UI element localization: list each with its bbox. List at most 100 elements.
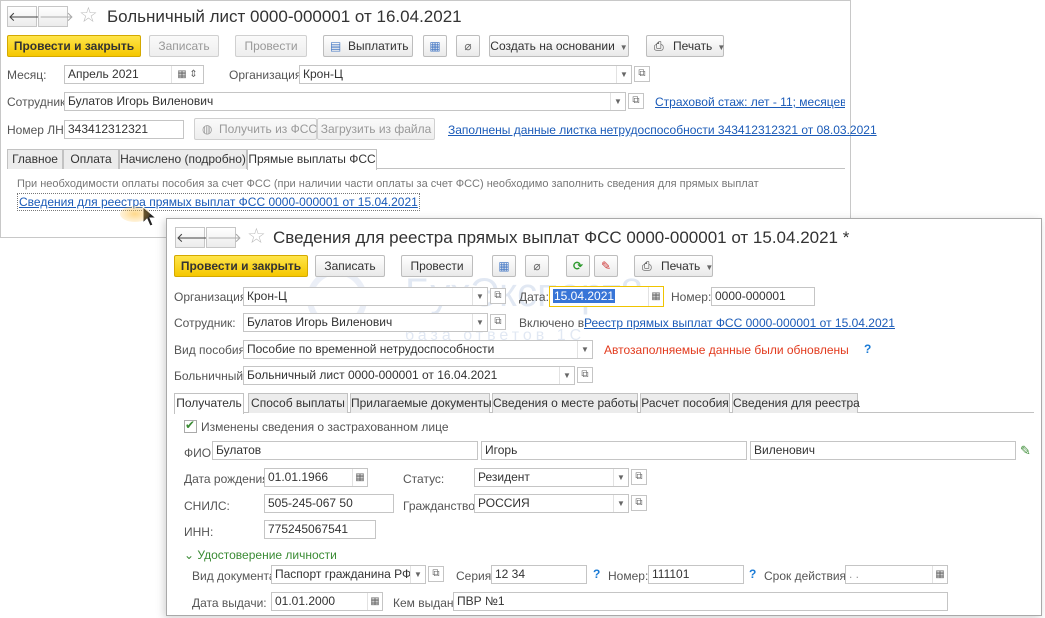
tab-recipient[interactable]: Получатель xyxy=(174,393,244,414)
tab-accrued-detailed[interactable]: Начислено (подробно) xyxy=(119,149,247,169)
back-arrow-icon[interactable]: 🡐 xyxy=(175,227,211,248)
load-from-file-button[interactable]: Загрузить из файла xyxy=(317,118,435,140)
registry-link[interactable]: Реестр прямых выплат ФСС 0000-000001 от … xyxy=(584,315,895,331)
employee-input[interactable]: Булатов Игорь Виленович ▼ xyxy=(243,313,488,332)
tab-payment[interactable]: Оплата xyxy=(63,149,119,169)
paperclip-icon[interactable]: ⌀ xyxy=(456,35,480,57)
month-input[interactable]: Апрель 2021 ▦ ⇕ xyxy=(64,65,204,84)
dropdown-icon[interactable]: ▼ xyxy=(577,341,592,358)
forward-arrow-icon[interactable]: 🡒 xyxy=(206,227,242,248)
chevron-down-icon: ⌄ xyxy=(184,548,195,562)
dropdown-icon[interactable]: ▼ xyxy=(616,66,631,83)
benefit-type-input[interactable]: Пособие по временной нетрудоспособности … xyxy=(243,340,593,359)
tab-attached-documents[interactable]: Прилагаемые документы xyxy=(350,393,492,413)
dropdown-icon[interactable]: ▼ xyxy=(472,288,487,305)
save-button[interactable]: Записать xyxy=(315,255,385,277)
dropdown-icon[interactable]: ▼ xyxy=(613,495,628,512)
tab-direct-payments-fss[interactable]: Прямые выплаты ФСС xyxy=(247,149,377,170)
date-input[interactable]: 15.04.2021 ▦ xyxy=(549,286,664,307)
last-name-input[interactable]: Булатов xyxy=(212,441,478,460)
identity-document-section[interactable]: ⌄ Удостоверение личности xyxy=(184,548,337,562)
get-from-fss-button[interactable]: ◍ Получить из ФСС xyxy=(194,118,317,140)
create-based-on-button[interactable]: Создать на основании ▼ xyxy=(489,35,629,57)
tab-payment-method[interactable]: Способ выплаты xyxy=(248,393,348,413)
organization-input[interactable]: Крон-Ц ▼ xyxy=(243,287,488,306)
fio-label: ФИО: xyxy=(184,446,215,460)
forward-arrow-icon[interactable]: 🡒 xyxy=(38,6,74,27)
status-input[interactable]: Резидент ▼ xyxy=(474,468,629,487)
dropdown-icon[interactable]: ▼ xyxy=(610,93,625,110)
organization-input[interactable]: Крон-Ц ▼ xyxy=(299,65,632,84)
sick-leave-input[interactable]: Больничный лист 0000-000001 от 16.04.202… xyxy=(243,366,575,385)
open-icon[interactable]: ⧉ xyxy=(628,93,644,109)
dropdown-icon[interactable]: ▼ xyxy=(613,469,628,486)
edit-cancel-icon[interactable]: ✎ xyxy=(594,255,618,277)
employee-input[interactable]: Булатов Игорь Виленович ▼ xyxy=(64,92,626,111)
number-input[interactable]: 0000-000001 xyxy=(711,287,815,306)
refresh-icon[interactable]: ⟳ xyxy=(566,255,590,277)
open-icon[interactable]: ⧉ xyxy=(490,314,506,330)
series-input[interactable]: 12 34 xyxy=(491,565,587,584)
dropdown-icon[interactable]: ▼ xyxy=(559,367,574,384)
dropdown-icon[interactable]: ▼ xyxy=(472,314,487,331)
print-button[interactable]: ⎙ Печать ▼ xyxy=(646,35,725,57)
number-label: Номер: xyxy=(671,290,712,304)
middle-name-input[interactable]: Виленович xyxy=(750,441,1016,460)
citizenship-input[interactable]: РОССИЯ ▼ xyxy=(474,494,629,513)
post-and-close-button[interactable]: Провести и закрыть xyxy=(7,35,141,57)
post-button[interactable]: Провести xyxy=(235,35,307,57)
tab-benefit-calculation[interactable]: Расчет пособия xyxy=(640,393,730,413)
save-button[interactable]: Записать xyxy=(149,35,219,57)
doc-number-input[interactable]: 111101 xyxy=(648,565,744,584)
tab-main[interactable]: Главное xyxy=(7,149,63,169)
doc-type-input[interactable]: Паспорт гражданина РФ ▼ xyxy=(271,565,426,584)
validity-input[interactable]: . . ▦ xyxy=(845,565,948,584)
calendar-icon[interactable]: ▦ xyxy=(367,593,382,610)
snils-input[interactable]: 505-245-067 50 xyxy=(264,494,394,513)
birth-date-input[interactable]: 01.01.1966 ▦ xyxy=(264,468,368,487)
inn-input[interactable]: 775245067541 xyxy=(264,520,376,539)
open-icon[interactable]: ⧉ xyxy=(634,66,650,82)
filled-data-link[interactable]: Заполнены данные листка нетрудоспособнос… xyxy=(448,122,877,138)
star-icon[interactable]: ☆ xyxy=(247,226,266,247)
issue-date-input[interactable]: 01.01.2000 ▦ xyxy=(271,592,383,611)
organization-label: Организация: xyxy=(229,68,305,82)
post-button[interactable]: Провести xyxy=(401,255,473,277)
list-icon[interactable]: ▦ xyxy=(492,255,516,277)
star-icon[interactable]: ☆ xyxy=(79,5,98,26)
open-icon[interactable]: ⧉ xyxy=(631,469,647,485)
help-icon[interactable]: ? xyxy=(864,342,871,356)
pay-button[interactable]: ▤ Выплатить xyxy=(323,35,413,57)
open-icon[interactable]: ⧉ xyxy=(428,566,444,582)
print-button[interactable]: ⎙ Печать ▼ xyxy=(634,255,713,277)
printer-icon: ⎙ xyxy=(642,259,652,273)
post-and-close-button[interactable]: Провести и закрыть xyxy=(174,255,308,277)
direct-payments-registry-window: БухЭксперт8 база ответов 1С 🡐 🡒 ☆ Сведен… xyxy=(166,218,1042,616)
registry-info-link[interactable]: Сведения для реестра прямых выплат ФСС 0… xyxy=(17,193,420,211)
help-icon[interactable]: ? xyxy=(593,567,600,581)
changed-info-checkbox[interactable] xyxy=(184,418,197,433)
calendar-icon[interactable]: ▦ ⇕ xyxy=(171,66,203,83)
benefit-type-label: Вид пособия: xyxy=(174,343,249,357)
calendar-icon[interactable]: ▦ xyxy=(352,469,367,486)
list-icon[interactable]: ▦ xyxy=(423,35,447,57)
info-text: При необходимости оплаты пособия за счет… xyxy=(17,178,759,190)
tab-workplace-info[interactable]: Сведения о месте работы xyxy=(492,393,638,413)
first-name-input[interactable]: Игорь xyxy=(481,441,747,460)
calendar-icon[interactable]: ▦ xyxy=(648,287,663,306)
edit-fio-icon[interactable]: ✎ xyxy=(1020,443,1031,459)
insurance-experience-link[interactable]: Страховой стаж: лет - 11; месяцев - 3 xyxy=(655,94,845,110)
ln-number-input[interactable]: 343412312321 xyxy=(64,120,184,139)
tab-registry-info[interactable]: Сведения для реестра xyxy=(732,393,860,413)
open-icon[interactable]: ⧉ xyxy=(631,495,647,511)
calendar-icon[interactable]: ▦ xyxy=(932,566,947,583)
paperclip-icon[interactable]: ⌀ xyxy=(525,255,549,277)
open-icon[interactable]: ⧉ xyxy=(490,288,506,304)
back-arrow-icon[interactable]: 🡐 xyxy=(7,6,43,27)
help-icon[interactable]: ? xyxy=(749,567,756,581)
issued-by-input[interactable]: ПВР №1 xyxy=(453,592,948,611)
autofill-notice: Автозаполняемые данные были обновлены xyxy=(604,343,849,357)
dropdown-icon[interactable]: ▼ xyxy=(410,566,425,583)
printer-icon: ⎙ xyxy=(654,39,664,53)
open-icon[interactable]: ⧉ xyxy=(577,367,593,383)
